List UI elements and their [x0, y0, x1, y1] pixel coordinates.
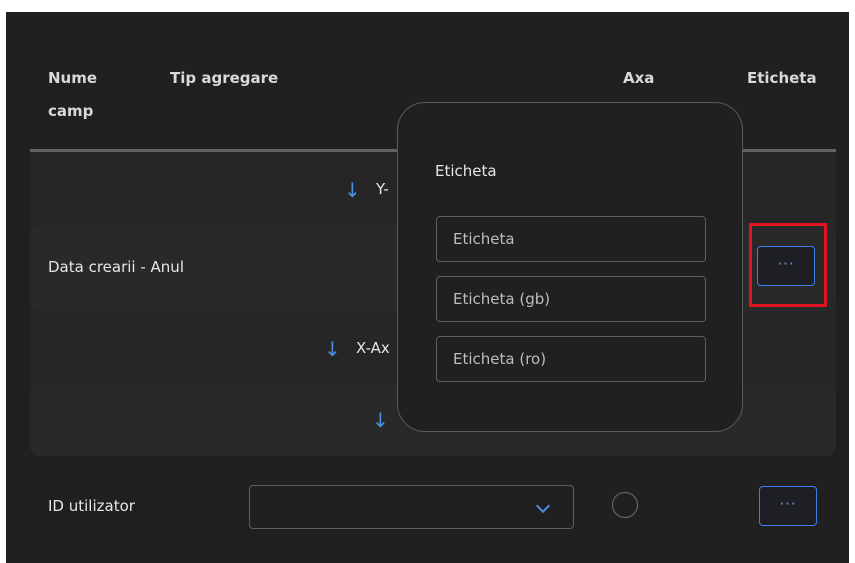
arrow-down-icon[interactable]: ↓: [372, 410, 389, 430]
arrow-down-icon[interactable]: ↓: [344, 180, 361, 200]
header-aggregation: Tip agregare: [170, 69, 279, 87]
chevron-down-icon: [535, 498, 551, 514]
header-axis: Axa: [623, 69, 655, 87]
popover-title: Eticheta: [435, 162, 497, 180]
user-label-more-button[interactable]: ···: [759, 486, 817, 526]
x-axis-label: X-Ax: [356, 339, 390, 357]
label-ro-input[interactable]: [436, 336, 706, 382]
aggregation-select[interactable]: [249, 485, 574, 529]
date-field-name: Data crearii - Anul: [48, 258, 184, 276]
radio-icon[interactable]: [612, 492, 638, 518]
label-input[interactable]: [436, 216, 706, 262]
highlight-box: [749, 223, 827, 307]
header-label: Eticheta: [747, 69, 817, 87]
label-gb-input[interactable]: [436, 276, 706, 322]
arrow-down-icon[interactable]: ↓: [324, 339, 341, 359]
user-id-field-name: ID utilizator: [48, 497, 135, 515]
y-axis-label: Y-: [376, 180, 389, 198]
header-field-name: Nume camp: [48, 67, 97, 123]
label-popover: Eticheta: [397, 102, 743, 432]
header-field-name-line1: Nume: [48, 69, 98, 87]
header-field-name-line2: camp: [48, 102, 94, 120]
